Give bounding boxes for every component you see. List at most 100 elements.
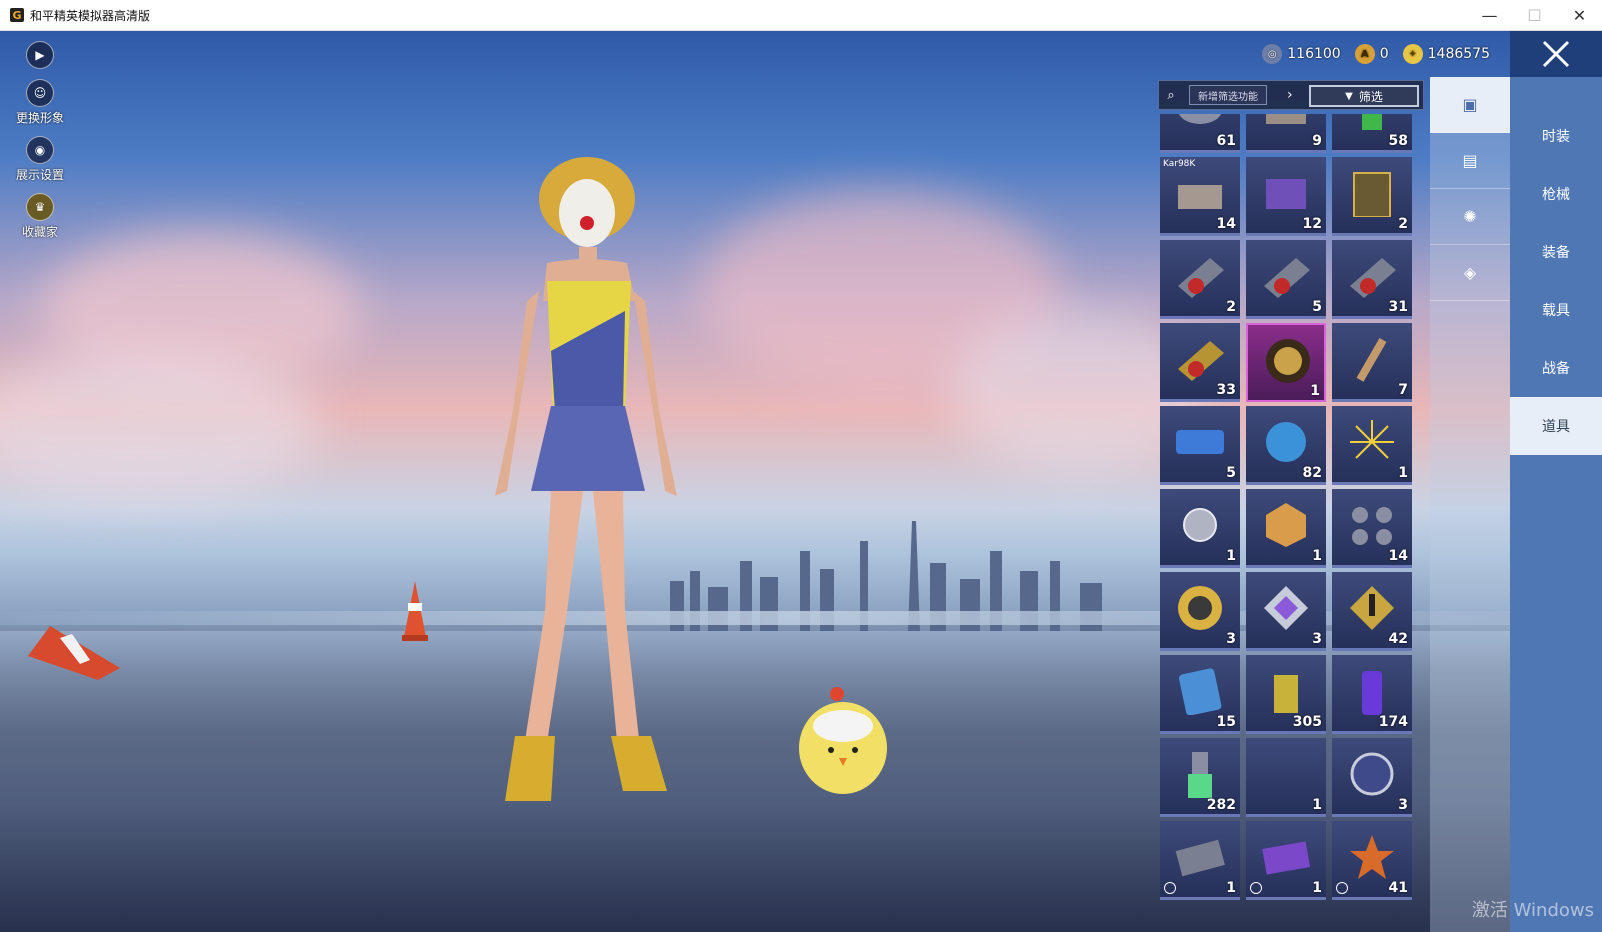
item-slot[interactable]: 5 [1246,240,1326,319]
item-slot[interactable]: 1 [1246,738,1326,817]
change-avatar-button[interactable]: ☺ 更换形象 [10,79,70,126]
item-slot[interactable]: 2 [1332,157,1412,236]
avatar-icon: ☺ [26,79,54,107]
title-bar: G 和平精英模拟器高清版 — ☐ ✕ [0,0,1602,31]
subcategory-firework[interactable]: ✺ [1430,189,1510,245]
item-slot[interactable]: 82 [1246,406,1326,485]
item-slot[interactable]: 1 [1160,821,1240,900]
item-icon [1178,341,1224,381]
item-slot[interactable]: 305 [1246,655,1326,734]
item-slot[interactable]: 15 [1160,655,1240,734]
category-tabs: 时装 枪械 装备 载具 战备 道具 [1510,77,1602,932]
item-slot[interactable]: 282 [1160,738,1240,817]
tab-props[interactable]: 道具 [1510,397,1602,455]
item-count: 41 [1388,880,1408,896]
globe-coin-icon: ◎ [1262,44,1283,64]
item-slot[interactable]: 174 [1332,655,1412,734]
pet-chick [799,687,887,794]
item-slot[interactable]: 3 [1332,738,1412,817]
app-window: G 和平精英模拟器高清版 — ☐ ✕ ▶ ☺ 更换形象 ◉ 展示设置 ♛ 收藏家… [0,0,1602,932]
item-icon [1350,835,1394,879]
close-button[interactable]: ✕ [1557,0,1602,31]
subcategory-chest[interactable]: ▤ [1430,133,1510,189]
item-count: 61 [1216,133,1236,149]
item-icon [1350,258,1396,298]
left-toolbar: ▶ ☺ 更换形象 ◉ 展示设置 ♛ 收藏家 [10,41,70,250]
clock-icon [1250,882,1262,894]
item-slot[interactable]: 1 [1246,489,1326,568]
item-slot[interactable]: 14 [1332,489,1412,568]
new-filter-button[interactable]: 新增筛选功能 [1189,85,1267,105]
item-count: 3 [1398,797,1408,813]
display-settings-label: 展示设置 [15,168,64,182]
item-slot[interactable]: 61 [1160,114,1240,153]
exit-button[interactable] [1510,31,1602,77]
item-slot[interactable]: 1 [1332,406,1412,485]
subcategory-card[interactable]: ▣ [1430,77,1510,133]
clock-icon [1336,882,1348,894]
item-icon [1356,337,1387,382]
item-icon [1183,508,1217,542]
item-icon [1266,339,1310,383]
item-slot[interactable]: Kar98K 14 [1160,157,1240,236]
chest-icon: ▤ [1462,151,1478,170]
item-slot[interactable]: 1 [1246,323,1326,402]
item-count: 1 [1226,548,1236,564]
item-count: 2 [1226,299,1236,315]
play-arrow-icon: ▶ [26,41,54,69]
item-count: 5 [1312,299,1322,315]
collector-label: 收藏家 [21,225,58,239]
change-avatar-label: 更换形象 [15,111,64,125]
item-slot[interactable]: 5 [1160,406,1240,485]
item-tag: Kar98K [1163,159,1196,169]
item-count: 12 [1302,216,1322,232]
item-slot[interactable]: 12 [1246,157,1326,236]
item-icon [1362,114,1382,130]
clock-icon [1164,882,1176,894]
item-slot[interactable]: 33 [1160,323,1240,402]
filter-button[interactable]: ▼ 筛选 [1309,85,1419,107]
item-slot[interactable]: 1 [1160,489,1240,568]
item-slot[interactable]: 42 [1332,572,1412,651]
item-count: 14 [1388,548,1408,564]
item-slot[interactable]: 3 [1160,572,1240,651]
tab-equipment[interactable]: 装备 [1510,223,1602,281]
display-settings-button[interactable]: ◉ 展示设置 [10,136,70,183]
item-count: 5 [1226,465,1236,481]
item-slot[interactable]: 41 [1332,821,1412,900]
item-slot[interactable]: 1 [1246,821,1326,900]
minimize-button[interactable]: — [1467,0,1512,31]
item-count: 1 [1226,880,1236,896]
filter-label: 筛选 [1358,89,1383,104]
expand-button[interactable]: ▶ [10,41,70,69]
collector-button[interactable]: ♛ 收藏家 [10,193,70,240]
item-slot[interactable]: 7 [1332,323,1412,402]
tab-guns[interactable]: 枪械 [1510,165,1602,223]
ticket-icon: ◈ [1463,263,1477,282]
item-slot[interactable]: 3 [1246,572,1326,651]
item-icon [1264,586,1308,630]
item-slot[interactable]: 9 [1246,114,1326,153]
currency-ag: A 0 [1354,44,1389,64]
subcategory-ticket[interactable]: ◈ [1430,245,1510,301]
item-slot[interactable]: 2 [1160,240,1240,319]
tab-battle-gear[interactable]: 战备 [1510,339,1602,397]
item-icon [1350,420,1394,459]
item-count: 1 [1312,797,1322,813]
tab-fashion[interactable]: 时装 [1510,107,1602,165]
item-count: 82 [1302,465,1322,481]
item-slot[interactable]: 58 [1332,114,1412,153]
item-icon [1266,422,1306,462]
item-slot[interactable]: 31 [1332,240,1412,319]
item-icon [1266,114,1306,124]
traffic-cone [28,626,120,680]
tab-vehicle[interactable]: 载具 [1510,281,1602,339]
item-count: 9 [1312,133,1322,149]
item-icon [1175,839,1225,877]
search-icon[interactable]: ⌕ [1159,88,1183,103]
item-icon [1352,507,1392,545]
player-character [495,157,677,801]
maximize-button[interactable]: ☐ [1512,0,1557,31]
item-icon [1178,114,1222,124]
ag-coin-icon: A [1354,44,1375,64]
